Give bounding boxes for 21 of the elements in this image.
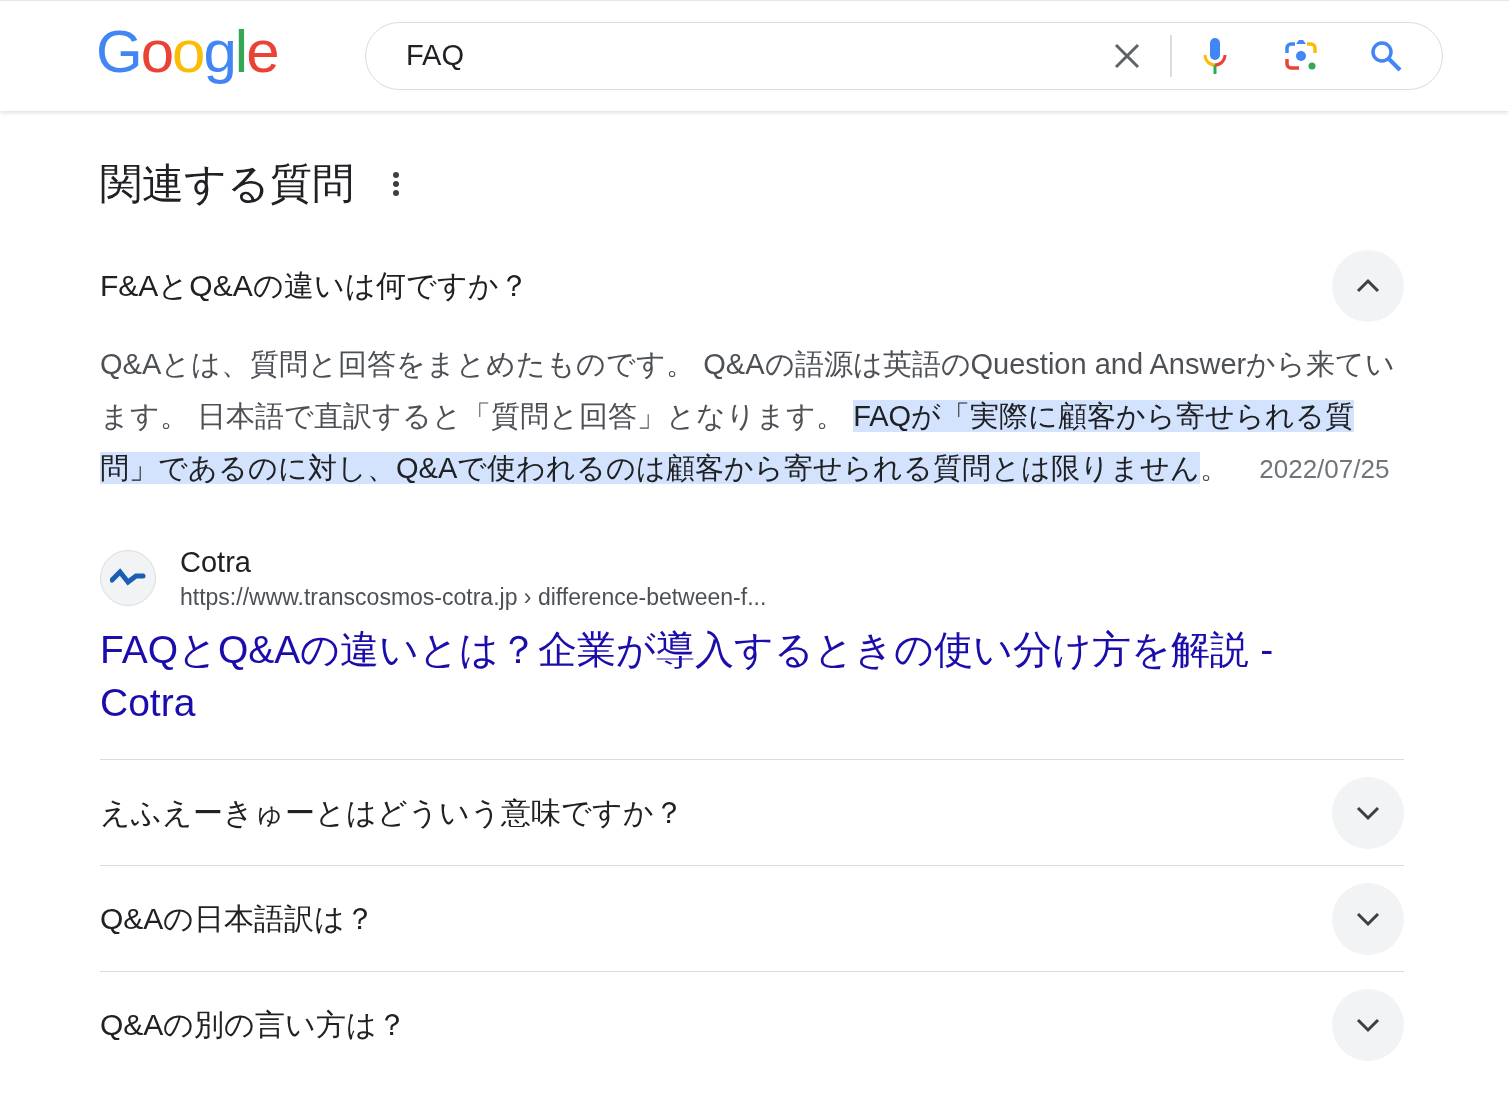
microphone-icon[interactable]: [1202, 37, 1228, 75]
more-options-icon[interactable]: [392, 171, 400, 197]
chevron-down-icon: [1355, 804, 1381, 821]
chevron-up-icon: [1355, 277, 1381, 294]
chevron-down-icon: [1355, 1016, 1381, 1033]
site-url[interactable]: https://www.transcosmos-cotra.jp › difference-between-f...: [180, 581, 767, 613]
section-title: 関連する質問: [100, 163, 354, 205]
question-text[interactable]: えふえーきゅーとはどういう意味ですか？: [100, 790, 684, 835]
close-icon[interactable]: [1114, 43, 1140, 69]
site-favicon[interactable]: [100, 550, 156, 606]
search-input[interactable]: FAQ: [406, 34, 1114, 78]
chevron-down-icon: [1355, 910, 1381, 927]
google-logo[interactable]: Google: [96, 22, 365, 90]
wave-logo-icon: [110, 568, 146, 588]
question-text[interactable]: F&AとQ&Aの違いは何ですか？: [100, 263, 529, 308]
question-text[interactable]: Q&Aの別の言い方は？: [100, 1002, 408, 1047]
question-text[interactable]: Q&Aの日本語訳は？: [100, 896, 376, 941]
result-title-link[interactable]: FAQとQ&Aの違いとは？企業が導入するときの使い分け方を解説 - Cotra: [100, 623, 1280, 729]
site-name[interactable]: Cotra: [180, 543, 767, 581]
camera-lens-icon[interactable]: [1284, 39, 1318, 73]
search-icon[interactable]: [1370, 40, 1402, 72]
